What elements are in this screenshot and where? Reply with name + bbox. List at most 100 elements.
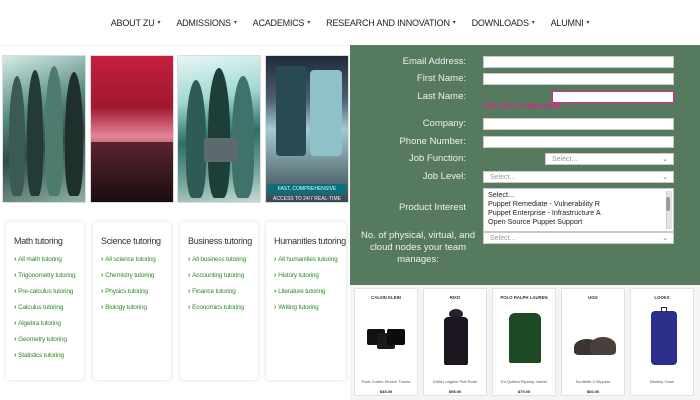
job-function-label: Job Function: [408,153,466,164]
tutoring-link[interactable]: › Accounting tutoring [188,272,250,279]
nodes-select[interactable]: Select... ⌄ [483,232,674,244]
link-label: Pre-calculus tutoring [18,288,74,295]
product-interest-listbox[interactable]: Select... Puppet Remediate - Vulnerabili… [483,188,674,232]
last-name-error: THIS FIELD IS REQUIRED. [483,104,563,110]
product-price: $60.00 [586,389,600,394]
chevron-right-icon: › [14,352,17,359]
company-field[interactable] [483,118,674,130]
tutoring-link[interactable]: › All math tutoring [14,256,76,263]
tutoring-link[interactable]: › All business tutoring [188,256,250,263]
nav-item-label: ALUMNI [550,17,584,28]
link-label: Calculus tutoring [18,304,64,311]
select-value: Select... [490,174,516,181]
top-nav: ABOUT ZU ▾ ADMISSIONS ▾ ACADEMICS ▾ RESEARC… [0,0,700,46]
link-label: Geometry tutoring [18,336,67,343]
tutoring-link[interactable]: › Pre-calculus tutoring [14,288,76,295]
card-title: Humanities tutoring [274,236,346,246]
tutoring-link[interactable]: › Literature tutoring [274,288,338,295]
nav-item-label: ADMISSIONS [176,17,231,28]
job-level-select[interactable]: Select... ⌄ [483,171,674,183]
phone-label: Phone Number: [399,136,466,147]
chevron-right-icon: › [188,288,191,295]
product-price: $95.00 [448,389,462,394]
product-price: $45.00 [379,389,393,394]
chevron-down-icon: ▾ [531,20,535,26]
students-group-photo [2,55,86,203]
tutoring-link[interactable]: › Calculus tutoring [14,304,76,311]
email-label: Email Address: [402,56,466,67]
job-function-select[interactable]: Select... ⌄ [545,153,674,165]
math-tutoring-card: Math tutoring › All math tutoring › Trigon… [6,222,84,380]
phone-field[interactable] [483,136,674,148]
job-level-label: Job Level: [422,171,466,182]
tutoring-link[interactable]: › All science tutoring [101,256,163,263]
humanities-tutoring-card: Humanities tutoring › All humanities tuto… [266,222,346,380]
tutoring-link[interactable]: › Algebra tutoring [14,320,76,327]
chevron-right-icon: › [274,288,277,295]
link-label: All business tutoring [192,256,247,263]
select-value: Select... [490,235,516,242]
listbox-scrollbar[interactable] [666,191,672,229]
chevron-down-icon: ▾ [233,20,237,26]
product-card[interactable]: UGG Scuffette II Slippers $60.00 [561,288,625,396]
last-name-field[interactable] [552,91,674,103]
link-label: All science tutoring [105,256,156,263]
card-title: Math tutoring [14,236,63,246]
landscape-photo [90,55,174,203]
product-card[interactable]: RIXO Gilda Longline Puff Robe $95.00 [423,288,487,396]
link-label: Statistics tutoring [18,352,64,359]
chevron-right-icon: › [274,304,277,311]
chevron-down-icon: ▾ [307,20,311,26]
scrollbar-thumb[interactable] [666,197,670,211]
chevron-down-icon: ⌄ [662,235,668,242]
product-brand: RIXO [449,295,461,300]
product-name: Scuffette II Slippers [575,379,611,384]
nav-item-about[interactable]: ABOUT ZU ▾ [103,18,169,28]
tutoring-link[interactable]: › Geometry tutoring [14,336,76,343]
tutoring-link[interactable]: › Writing tutoring [274,304,338,311]
last-name-label: Last Name: [417,91,466,102]
nav-item-alumni[interactable]: ALUMNI ▾ [543,18,598,28]
nav-item-downloads[interactable]: DOWNLOADS ▾ [464,18,543,28]
product-card[interactable]: CALVIN KLEIN Pack Cotton Stretch Trunks … [354,288,418,396]
tutoring-link[interactable]: › Chemistry tutoring [101,272,163,279]
link-label: Economics tutoring [192,304,244,311]
nav-item-label: RESEARCH AND INNOVATION [326,17,450,28]
nav-item-research[interactable]: RESEARCH AND INNOVATION ▾ [318,18,463,28]
students-laptop-photo [177,55,261,203]
science-tutoring-card: Science tutoring › All science tutoring ›… [93,222,171,380]
product-interest-label: Product Interest [398,202,466,213]
tutoring-link[interactable]: › Finance tutoring [188,288,250,295]
nav-item-label: ABOUT ZU [110,17,155,28]
link-label: Writing tutoring [278,304,319,311]
listbox-option[interactable]: Open Source Puppet Support [488,217,669,226]
listbox-option[interactable]: Select... [488,190,669,199]
first-name-field[interactable] [483,73,674,85]
nav-item-label: ACADEMICS [252,17,305,28]
product-price: $79.00 [517,389,531,394]
tutoring-link[interactable]: › Statistics tutoring [14,352,76,359]
select-value: Select... [552,156,578,163]
listbox-option[interactable]: Puppet Enterprise - Infrastructure A [488,208,669,217]
lead-form: Email Address: First Name: Last Name: TH… [350,45,700,285]
product-brand: LOOKS [654,295,670,300]
tutoring-link[interactable]: › All humanities tutoring [274,256,338,263]
tutoring-link[interactable]: › Trigonometry tutoring [14,272,76,279]
tutoring-link[interactable]: › History tutoring [274,272,338,279]
product-brand: POLO RALPH LAUREN [500,295,548,300]
chevron-right-icon: › [14,288,17,295]
chevron-right-icon: › [101,272,104,279]
chevron-down-icon: ⌄ [662,174,668,181]
product-brand: CALVIN KLEIN [371,295,401,300]
email-field[interactable] [483,56,674,68]
product-card[interactable]: POLO RALPH LAUREN Ed Quilted Ripstop Jac… [492,288,556,396]
tutoring-link[interactable]: › Biology tutoring [101,304,163,311]
product-name: Gilda Longline Puff Robe [432,379,478,384]
nav-item-admissions[interactable]: ADMISSIONS ▾ [168,18,244,28]
tutoring-link[interactable]: › Physics tutoring [101,288,163,295]
listbox-option[interactable]: Puppet Remediate - Vulnerability R [488,199,669,208]
chevron-down-icon: ▾ [452,20,456,26]
nav-item-academics[interactable]: ACADEMICS ▾ [245,18,319,28]
product-card[interactable]: LOOKS Bentley Case [630,288,694,396]
tutoring-link[interactable]: › Economics tutoring [188,304,250,311]
